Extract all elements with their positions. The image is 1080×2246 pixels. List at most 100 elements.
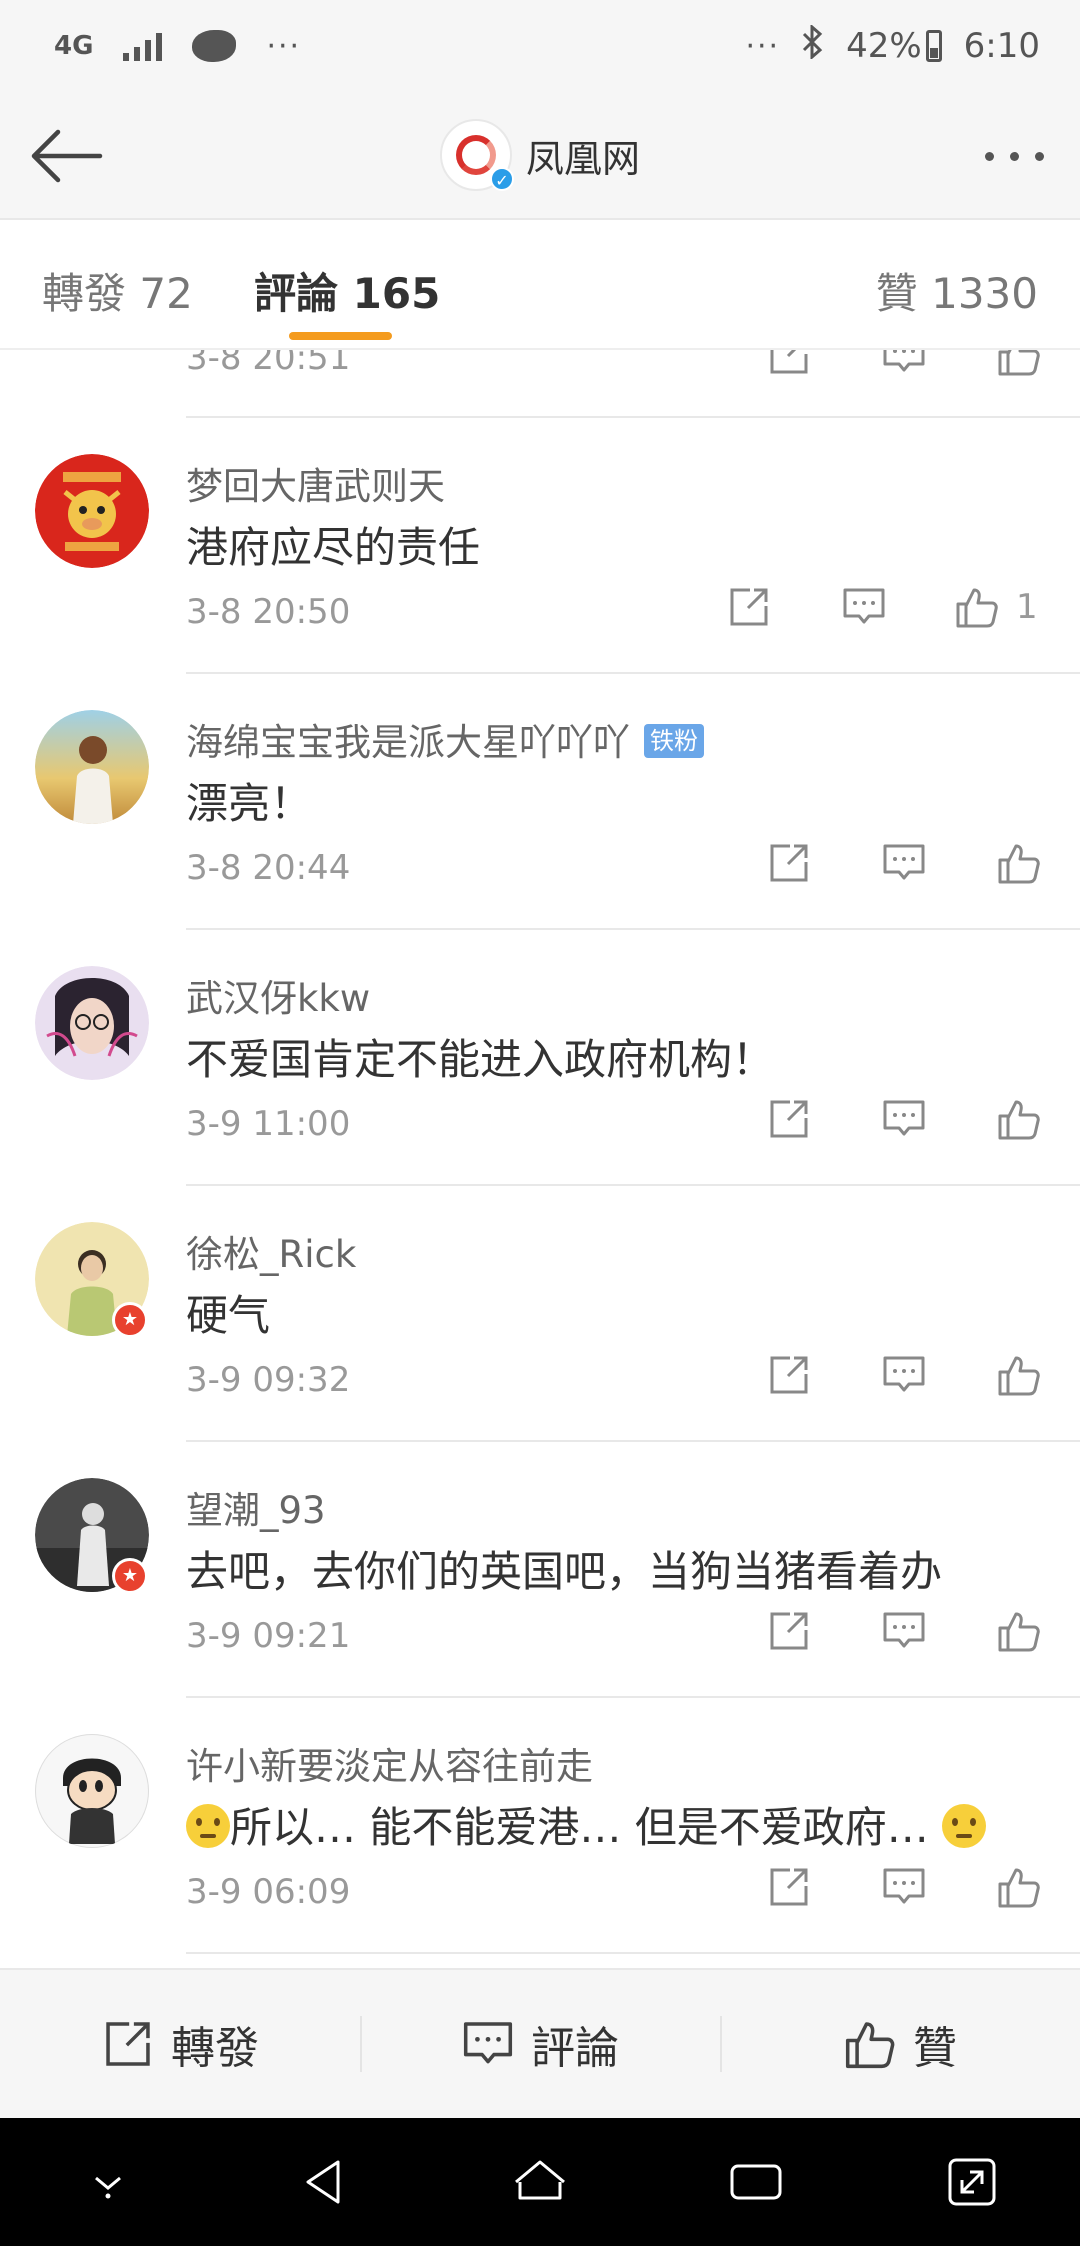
nav-expand-button[interactable] [937,2147,1007,2217]
comment-time: 3-9 09:21 [186,1616,351,1656]
comment-row: 许小新要淡定从容往前走 所以… 能不能爱港… 但是不爱政府… 3-9 06:09 [0,1698,1080,1954]
comment-button[interactable] [879,838,929,888]
comment-row: 海绵宝宝我是派大星吖吖吖 铁粉 漂亮！ 3-8 20:44 [0,674,1080,930]
thumbs-up-icon [998,1356,1040,1396]
like-button[interactable] [994,1094,1044,1144]
top-nav: ✓ 凤凰网 [0,92,1080,218]
share-icon [106,2022,150,2066]
like-button[interactable] [994,838,1044,888]
hide-keyboard-button[interactable] [73,2147,143,2217]
comment-icon [463,2022,513,2064]
repost-button[interactable] [764,1862,814,1912]
like-button[interactable]: 1 [954,582,1044,632]
comment-actions [764,350,1044,380]
comment-actions [764,1350,1044,1400]
comment-text: 漂亮！ [186,779,313,828]
username[interactable]: 望潮_93 [186,1480,326,1534]
comment-actions [764,1862,1044,1912]
tab-like[interactable]: 贊 1330 [876,260,1038,321]
username-text[interactable]: 海绵宝宝我是派大星吖吖吖 [186,721,630,764]
tab-repost[interactable]: 轉發 72 [42,260,193,321]
comment-time: 3-9 11:00 [186,1104,351,1144]
tab-bar: 轉發 72 評論 165 贊 1330 [0,218,1080,350]
like-button[interactable] [994,1350,1044,1400]
avatar[interactable] [35,1734,149,1848]
nav-back-button[interactable] [289,2147,359,2217]
battery-percent: 42% [846,26,922,66]
status-right: ··· 42% 6:10 [745,23,1040,68]
bottom-comment-button[interactable]: 評論 [360,2014,720,2074]
comment-button[interactable] [879,350,929,380]
comment-button[interactable] [879,1862,929,1912]
username[interactable]: 许小新要淡定从容往前走 [186,1736,593,1790]
like-button[interactable] [994,350,1044,380]
repost-button[interactable] [764,350,814,380]
repost-button[interactable] [764,1606,814,1656]
avatar[interactable] [35,710,149,824]
like-button[interactable] [994,1862,1044,1912]
status-bar: 4G ··· ··· 42% 6:10 [0,0,1080,92]
status-left: 4G ··· [54,29,301,64]
thumbs-up-icon [998,350,1040,376]
comment-row: ★ 徐松_Rick 硬气 3-9 09:32 [0,1186,1080,1442]
more-options-button[interactable] [977,128,1052,184]
thumbs-up-icon [998,1868,1040,1908]
status-overflow-left: ··· [266,28,302,64]
notification-app-icon [192,30,237,62]
battery-icon [925,30,942,62]
comment-list[interactable]: 3-8 20:51 梦回大唐武则天 港府应尽的责任 3-8 20:50 1 海绵… [0,350,1080,1968]
nav-recents-button[interactable] [721,2147,791,2217]
comment-actions [764,838,1044,888]
bottom-repost-button[interactable]: 轉發 [0,2014,360,2074]
thumbs-up-icon [845,2022,895,2069]
repost-button[interactable] [764,838,814,888]
back-button[interactable] [28,118,104,194]
comment-button[interactable] [839,582,889,632]
username[interactable]: 武汉伢kkw [186,968,370,1022]
comment-text: 不爱国肯定不能进入政府机构！ [186,1035,775,1084]
bluetooth-icon [802,23,824,68]
comment-icon [883,844,925,880]
home-icon [515,2160,565,2200]
thumbs-up-icon [998,1100,1040,1140]
avatar[interactable] [35,966,149,1080]
repost-button[interactable] [724,582,774,632]
username[interactable]: 徐松_Rick [186,1224,356,1278]
tab-comment[interactable]: 評論 165 [254,260,440,321]
back-arrow-icon [31,129,103,183]
nav-home-button[interactable] [505,2147,575,2217]
share-icon [770,1868,808,1906]
comment-actions [764,1094,1044,1144]
verified-badge-icon: ★ [112,1558,148,1594]
comment-icon [883,1612,925,1648]
recents-icon [730,2164,782,2200]
chevron-down-icon [95,2176,121,2199]
comment-row: 梦回大唐武则天 港府应尽的责任 3-8 20:50 1 [0,418,1080,674]
comment-text: 去吧，去你们的英国吧，当狗当猪看着办 [186,1547,943,1596]
comment-icon [883,1868,925,1904]
comment-button[interactable] [879,1094,929,1144]
comment-button[interactable] [879,1350,929,1400]
status-overflow-right: ··· [745,28,781,64]
thumbs-up-icon [956,588,998,628]
username[interactable]: 梦回大唐武则天 [186,456,445,510]
avatar[interactable] [35,454,149,568]
comment-button[interactable] [879,1606,929,1656]
comment-time: 3-8 20:50 [186,592,351,632]
like-button[interactable] [994,1606,1044,1656]
bottom-action-bar: 轉發 評論 贊 [0,1968,1080,2118]
repost-button[interactable] [764,1094,814,1144]
clock: 6:10 [963,26,1040,66]
comment-icon [883,1356,925,1392]
like-count: 1 [1016,587,1038,627]
repost-button[interactable] [764,1350,814,1400]
account-header[interactable]: ✓ 凤凰网 [439,119,640,191]
verified-icon: ✓ [489,167,514,191]
thinking-emoji-icon [942,1804,987,1848]
username[interactable]: 海绵宝宝我是派大星吖吖吖 铁粉 [186,712,704,766]
bottom-like-button[interactable]: 贊 [720,2014,1080,2074]
active-tab-indicator [289,332,392,340]
share-icon [770,1100,808,1138]
system-nav-bar [0,2118,1080,2246]
comment-actions [764,1606,1044,1656]
